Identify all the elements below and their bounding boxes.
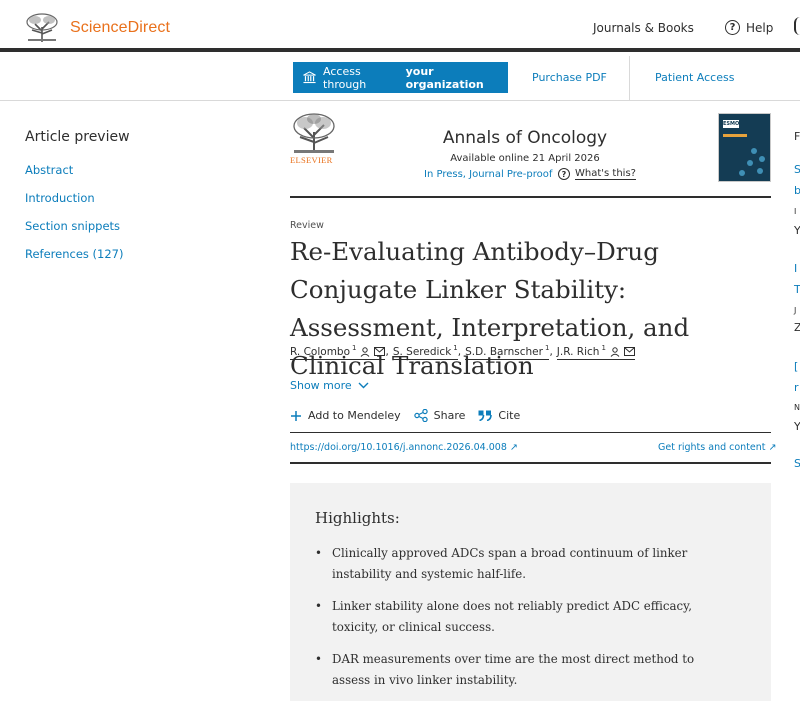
share-label: Share <box>433 409 466 422</box>
highlight-item: Linker stability alone does not reliably… <box>315 596 735 637</box>
cover-decoration <box>759 156 765 162</box>
recommended-articles-column: F S b I Y I T J Z [ r N Y S <box>794 0 800 701</box>
help-label: Help <box>746 20 774 35</box>
whats-this-link[interactable]: ? What's this? <box>558 168 636 180</box>
whats-this-label: What's this? <box>575 168 636 180</box>
sidebar-title: Article preview <box>25 129 130 145</box>
recommended-article-link[interactable]: b <box>794 184 800 197</box>
mendeley-label: Add to Mendeley <box>308 409 401 422</box>
brand-name: ScienceDirect <box>70 19 171 36</box>
recommended-article-link[interactable]: I <box>794 262 797 275</box>
highlight-item: DAR measurements over time are the most … <box>315 649 735 690</box>
top-navigation-bar: ScienceDirect Journals & Books ? Help <box>0 0 800 52</box>
journals-books-link[interactable]: Journals & Books <box>593 21 694 35</box>
available-online-date: Available online 21 April 2026 <box>450 153 600 164</box>
sciencedirect-logo[interactable]: ScienceDirect <box>24 13 170 43</box>
author-link[interactable]: R. Colombo 1 <box>290 344 386 360</box>
institution-icon <box>303 71 316 84</box>
right-column-fragment: Z <box>794 321 800 334</box>
add-to-mendeley-button[interactable]: Add to Mendeley <box>290 409 401 422</box>
article-actions: Add to Mendeley Share Cite <box>290 409 533 422</box>
rights-content-link[interactable]: Get rights and content ↗ <box>658 442 777 453</box>
highlights-title: Highlights: <box>315 509 400 527</box>
cover-decoration <box>757 168 763 174</box>
show-more-button[interactable]: Show more <box>290 379 369 392</box>
doi-link[interactable]: https://doi.org/10.1016/j.annonc.2026.04… <box>290 442 518 453</box>
question-icon: ? <box>558 168 570 180</box>
author-name: S.D. Barnscher <box>465 346 543 358</box>
right-column-fragment: F <box>794 130 800 143</box>
publisher-name: ELSEVIER <box>290 155 333 165</box>
cover-decoration <box>751 148 757 154</box>
cover-decoration <box>747 160 753 166</box>
show-more-label: Show more <box>290 379 352 392</box>
patient-access-button[interactable]: Patient Access <box>655 71 734 84</box>
right-column-fragment: Y <box>794 224 800 237</box>
sidebar-link-references[interactable]: References (127) <box>25 247 123 261</box>
purchase-pdf-button[interactable]: Purchase PDF <box>532 71 607 84</box>
cite-button[interactable]: Cite <box>478 409 520 422</box>
sidebar-link-abstract[interactable]: Abstract <box>25 163 73 177</box>
separator: , <box>457 346 462 358</box>
actions-rule <box>290 432 771 433</box>
access-bar: Access through your organization Purchas… <box>0 56 800 101</box>
sidebar-link-introduction[interactable]: Introduction <box>25 191 95 205</box>
journal-title[interactable]: Annals of Oncology <box>360 128 690 148</box>
article-title: Re-Evaluating Antibody–Drug Conjugate Li… <box>290 237 690 380</box>
recommended-article-link[interactable]: [ <box>794 360 798 373</box>
email-icon <box>623 347 635 356</box>
esmo-logo-icon: ESMO <box>723 120 740 128</box>
recommended-article-link[interactable]: T <box>794 283 800 296</box>
sidebar-link-section-snippets[interactable]: Section snippets <box>25 219 120 233</box>
access-org-label: your organization <box>405 64 484 91</box>
right-column-fragment: Y <box>794 420 800 433</box>
author-affiliation: 1 <box>453 344 458 352</box>
plus-icon <box>291 410 301 421</box>
author-link[interactable]: S.D. Barnscher 1 <box>465 344 550 360</box>
author-affiliation: 1 <box>352 344 357 352</box>
author-name: R. Colombo <box>290 346 351 358</box>
right-column-fragment: N <box>794 403 800 412</box>
show-more-recommended-link[interactable]: S <box>794 457 800 470</box>
doi-rule <box>290 462 771 464</box>
separator: , <box>549 346 553 358</box>
header-rule <box>290 196 771 198</box>
in-press-status-link[interactable]: In Press, Journal Pre-proof <box>424 169 552 180</box>
right-column-fragment: J <box>794 306 797 315</box>
help-link[interactable]: ? Help <box>725 20 773 35</box>
share-button[interactable]: Share <box>413 409 466 422</box>
cite-label: Cite <box>498 409 521 422</box>
author-list: R. Colombo 1 , S. Seredick 1 , S.D. Barn… <box>290 344 635 360</box>
cover-decoration <box>739 170 745 176</box>
highlights-panel: Highlights: Clinically approved ADCs spa… <box>290 483 771 701</box>
author-affiliation: 1 <box>544 344 550 352</box>
person-icon <box>610 347 620 357</box>
author-name: J.R. Rich <box>556 346 600 358</box>
author-name: S. Seredick <box>392 346 452 358</box>
access-prefix: Access through <box>323 64 367 91</box>
email-icon <box>374 347 386 356</box>
quote-icon <box>478 410 493 421</box>
separator: , <box>385 346 389 358</box>
article-type: Review <box>290 220 324 231</box>
cover-decoration <box>723 134 747 137</box>
divider <box>629 56 630 100</box>
recommended-article-link[interactable]: r <box>794 381 799 394</box>
access-organization-button[interactable]: Access through your organization <box>293 62 508 93</box>
share-icon <box>413 409 428 422</box>
author-link[interactable]: S. Seredick 1 <box>392 344 458 360</box>
highlights-list: Clinically approved ADCs span a broad co… <box>315 543 735 701</box>
elsevier-tree-icon <box>24 13 60 43</box>
author-link[interactable]: J.R. Rich 1 <box>556 344 635 360</box>
help-icon: ? <box>725 20 740 35</box>
highlight-item: Clinically approved ADCs span a broad co… <box>315 543 735 584</box>
chevron-down-icon <box>358 382 369 389</box>
author-affiliation: 1 <box>601 344 606 352</box>
right-column-fragment: I <box>794 207 797 216</box>
recommended-article-link[interactable]: S <box>794 163 800 176</box>
person-icon <box>361 347 370 357</box>
journal-cover-image[interactable]: ESMO <box>718 113 771 182</box>
